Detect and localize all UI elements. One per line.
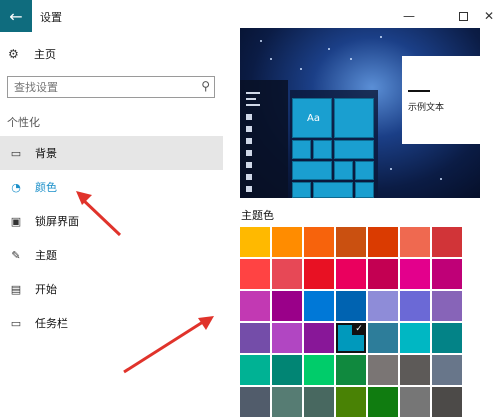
start-menu-icon: ▤ [10, 282, 22, 296]
sidebar-item-label: 开始 [35, 283, 57, 296]
search-box: ⚲ [7, 76, 215, 98]
sidebar-item-label: 任务栏 [35, 317, 68, 330]
accent-color-swatch[interactable] [240, 291, 270, 321]
accent-color-heading: 主题色 [241, 209, 274, 222]
accent-color-swatch[interactable] [304, 355, 334, 385]
accent-color-swatch[interactable] [304, 291, 334, 321]
accent-color-swatch[interactable] [400, 227, 430, 257]
palette-icon: ◔ [11, 180, 21, 194]
accent-color-swatch[interactable] [240, 355, 270, 385]
search-input[interactable] [14, 80, 194, 95]
accent-color-swatch[interactable] [400, 387, 430, 417]
section-heading: 个性化 [7, 116, 40, 129]
check-icon: ✓ [352, 323, 366, 335]
accent-color-grid: ✓ [240, 225, 468, 417]
accent-color-swatch[interactable] [368, 259, 398, 289]
theme-icon: ✎ [11, 248, 21, 262]
accent-color-swatch[interactable] [304, 387, 334, 417]
accent-color-swatch[interactable] [304, 323, 334, 353]
accent-color-swatch[interactable] [272, 259, 302, 289]
maximize-button[interactable] [450, 6, 476, 26]
accent-color-swatch[interactable] [400, 259, 430, 289]
accent-color-swatch[interactable] [336, 387, 366, 417]
accent-color-swatch[interactable] [272, 355, 302, 385]
sidebar-item-background[interactable]: ▭ 背景 [0, 136, 223, 170]
accent-color-swatch[interactable] [336, 291, 366, 321]
accent-color-swatch[interactable] [272, 323, 302, 353]
annotation-arrow-accent [123, 316, 214, 374]
accent-color-swatch[interactable] [240, 259, 270, 289]
accent-color-swatch[interactable]: ✓ [336, 323, 366, 353]
maximize-icon [458, 11, 468, 21]
image-icon: ▭ [10, 146, 22, 160]
theme-preview: Aa 示例文本 [240, 28, 480, 198]
accent-color-swatch[interactable] [240, 323, 270, 353]
sidebar-item-label: 主页 [34, 48, 56, 61]
back-button[interactable]: ← [0, 0, 32, 32]
preview-tile-label: Aa [307, 113, 320, 124]
accent-color-swatch[interactable] [432, 323, 462, 353]
annotation-arrow-colors [76, 191, 122, 237]
sidebar-item-label: 主题 [35, 249, 57, 262]
accent-color-swatch[interactable] [432, 291, 462, 321]
accent-color-swatch[interactable] [368, 227, 398, 257]
back-arrow-icon: ← [9, 6, 23, 26]
accent-color-swatch[interactable] [432, 227, 462, 257]
preview-start-tiles: Aa [290, 90, 378, 198]
preview-sample-text: 示例文本 [408, 103, 445, 113]
accent-color-swatch[interactable] [432, 387, 462, 417]
accent-color-swatch[interactable] [336, 355, 366, 385]
accent-color-swatch[interactable] [272, 291, 302, 321]
accent-color-swatch[interactable] [336, 227, 366, 257]
minimize-button[interactable]: — [396, 6, 422, 26]
accent-color-swatch[interactable] [368, 387, 398, 417]
lock-screen-icon: ▣ [10, 214, 22, 228]
accent-color-swatch[interactable] [272, 387, 302, 417]
accent-color-swatch[interactable] [240, 387, 270, 417]
accent-color-swatch[interactable] [368, 355, 398, 385]
sidebar-item-label: 背景 [35, 147, 57, 160]
preview-window: 示例文本 [402, 56, 480, 144]
search-icon[interactable]: ⚲ [201, 79, 210, 93]
accent-color-swatch[interactable] [432, 259, 462, 289]
accent-color-swatch[interactable] [400, 355, 430, 385]
taskbar-icon: ▭ [10, 316, 22, 330]
window-title: 设置 [40, 11, 62, 24]
accent-color-swatch[interactable] [368, 291, 398, 321]
preview-tile-large: Aa [292, 98, 332, 138]
accent-color-swatch[interactable] [304, 227, 334, 257]
accent-color-swatch[interactable] [400, 291, 430, 321]
sidebar-item-start[interactable]: ▤ 开始 [0, 272, 223, 306]
accent-color-swatch[interactable] [368, 323, 398, 353]
gear-icon: ⚙ [8, 47, 19, 61]
accent-color-swatch[interactable] [432, 355, 462, 385]
accent-color-swatch[interactable] [400, 323, 430, 353]
accent-color-swatch[interactable] [272, 227, 302, 257]
accent-color-swatch[interactable] [240, 227, 270, 257]
sidebar-item-home[interactable]: ⚙ 主页 [8, 44, 56, 64]
accent-color-swatch[interactable] [304, 259, 334, 289]
close-button[interactable]: ✕ [476, 6, 500, 26]
preview-start-sidebar [240, 80, 288, 198]
sidebar-item-label: 颜色 [35, 181, 57, 194]
accent-color-swatch[interactable] [336, 259, 366, 289]
